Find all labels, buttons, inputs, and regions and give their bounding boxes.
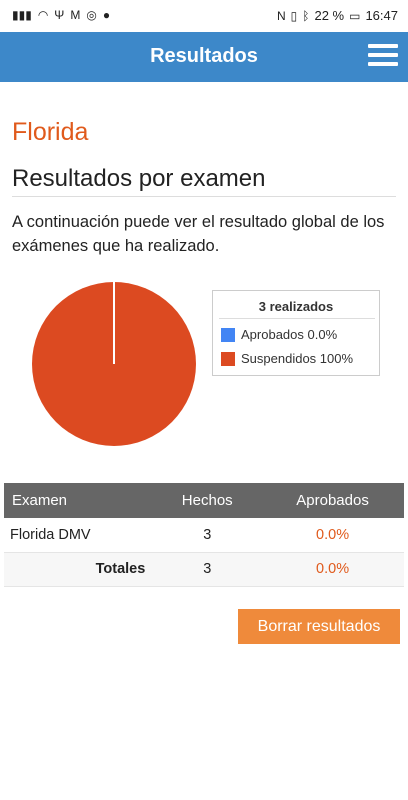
status-left-icons: ▮▮▮ ◠ Ψ M ◎ ● bbox=[12, 8, 110, 22]
nfc-icon: N bbox=[276, 8, 286, 23]
divider bbox=[12, 196, 396, 197]
chart-legend: 3 realizados Aprobados 0.0% Suspendidos … bbox=[212, 290, 380, 376]
battery-percent: 22 % bbox=[314, 8, 345, 23]
header-done: Hechos bbox=[153, 483, 262, 518]
legend-label-approved: Aprobados 0.0% bbox=[241, 327, 338, 342]
section-title: Resultados por examen bbox=[12, 165, 266, 192]
legend-swatch-approved bbox=[221, 327, 235, 342]
legend-divider bbox=[219, 318, 375, 319]
status-bar: ▮▮▮ ◠ Ψ M ◎ ● N ▯ ᛒ 22 % ▭ 16:47 bbox=[0, 0, 408, 32]
bluetooth-icon: ᛒ bbox=[302, 8, 310, 23]
usb-icon: Ψ bbox=[54, 8, 65, 22]
app-bar: Resultados bbox=[0, 32, 408, 82]
cell-passed: 0.0% bbox=[261, 518, 404, 553]
status-right-icons: N ▯ ᛒ 22 % ▭ 16:47 bbox=[277, 8, 398, 23]
clock: 16:47 bbox=[365, 8, 398, 23]
legend-item-failed: Suspendidos 100% bbox=[221, 351, 353, 366]
legend-title: 3 realizados bbox=[258, 299, 334, 314]
header-exam: Examen bbox=[4, 483, 154, 518]
totals-passed: 0.0% bbox=[261, 552, 404, 587]
header-passed: Aprobados bbox=[261, 483, 404, 518]
totals-done: 3 bbox=[153, 552, 262, 587]
description-text: A continuación puede ver el resultado gl… bbox=[12, 213, 385, 255]
totals-label: Totales bbox=[4, 552, 154, 587]
results-table: Examen Hechos Aprobados Florida DMV 3 0.… bbox=[4, 483, 404, 587]
clear-results-button[interactable]: Borrar resultados bbox=[238, 609, 400, 644]
totals-row: Totales 3 0.0% bbox=[4, 552, 404, 587]
wifi-icon: ◠ bbox=[37, 8, 49, 22]
legend-label-failed: Suspendidos 100% bbox=[241, 351, 354, 366]
cell-done: 3 bbox=[153, 518, 262, 553]
hamburger-menu-icon[interactable] bbox=[368, 44, 398, 70]
cell-exam: Florida DMV bbox=[4, 518, 154, 553]
vibrate-icon: ▯ bbox=[290, 8, 298, 23]
results-pie-chart bbox=[32, 282, 196, 446]
state-title: Florida bbox=[12, 118, 89, 146]
table-header-row: Examen Hechos Aprobados bbox=[4, 483, 404, 518]
signal-icon: ▮▮▮ bbox=[12, 8, 32, 22]
whatsapp-icon: ◎ bbox=[86, 8, 97, 22]
battery-icon: ▭ bbox=[349, 8, 361, 23]
legend-item-approved: Aprobados 0.0% bbox=[221, 327, 337, 342]
chat-icon: ● bbox=[102, 8, 111, 22]
table-row: Florida DMV 3 0.0% bbox=[4, 518, 404, 553]
gmail-icon: M bbox=[70, 8, 81, 22]
app-title: Resultados bbox=[150, 45, 258, 67]
legend-swatch-failed bbox=[221, 351, 235, 366]
